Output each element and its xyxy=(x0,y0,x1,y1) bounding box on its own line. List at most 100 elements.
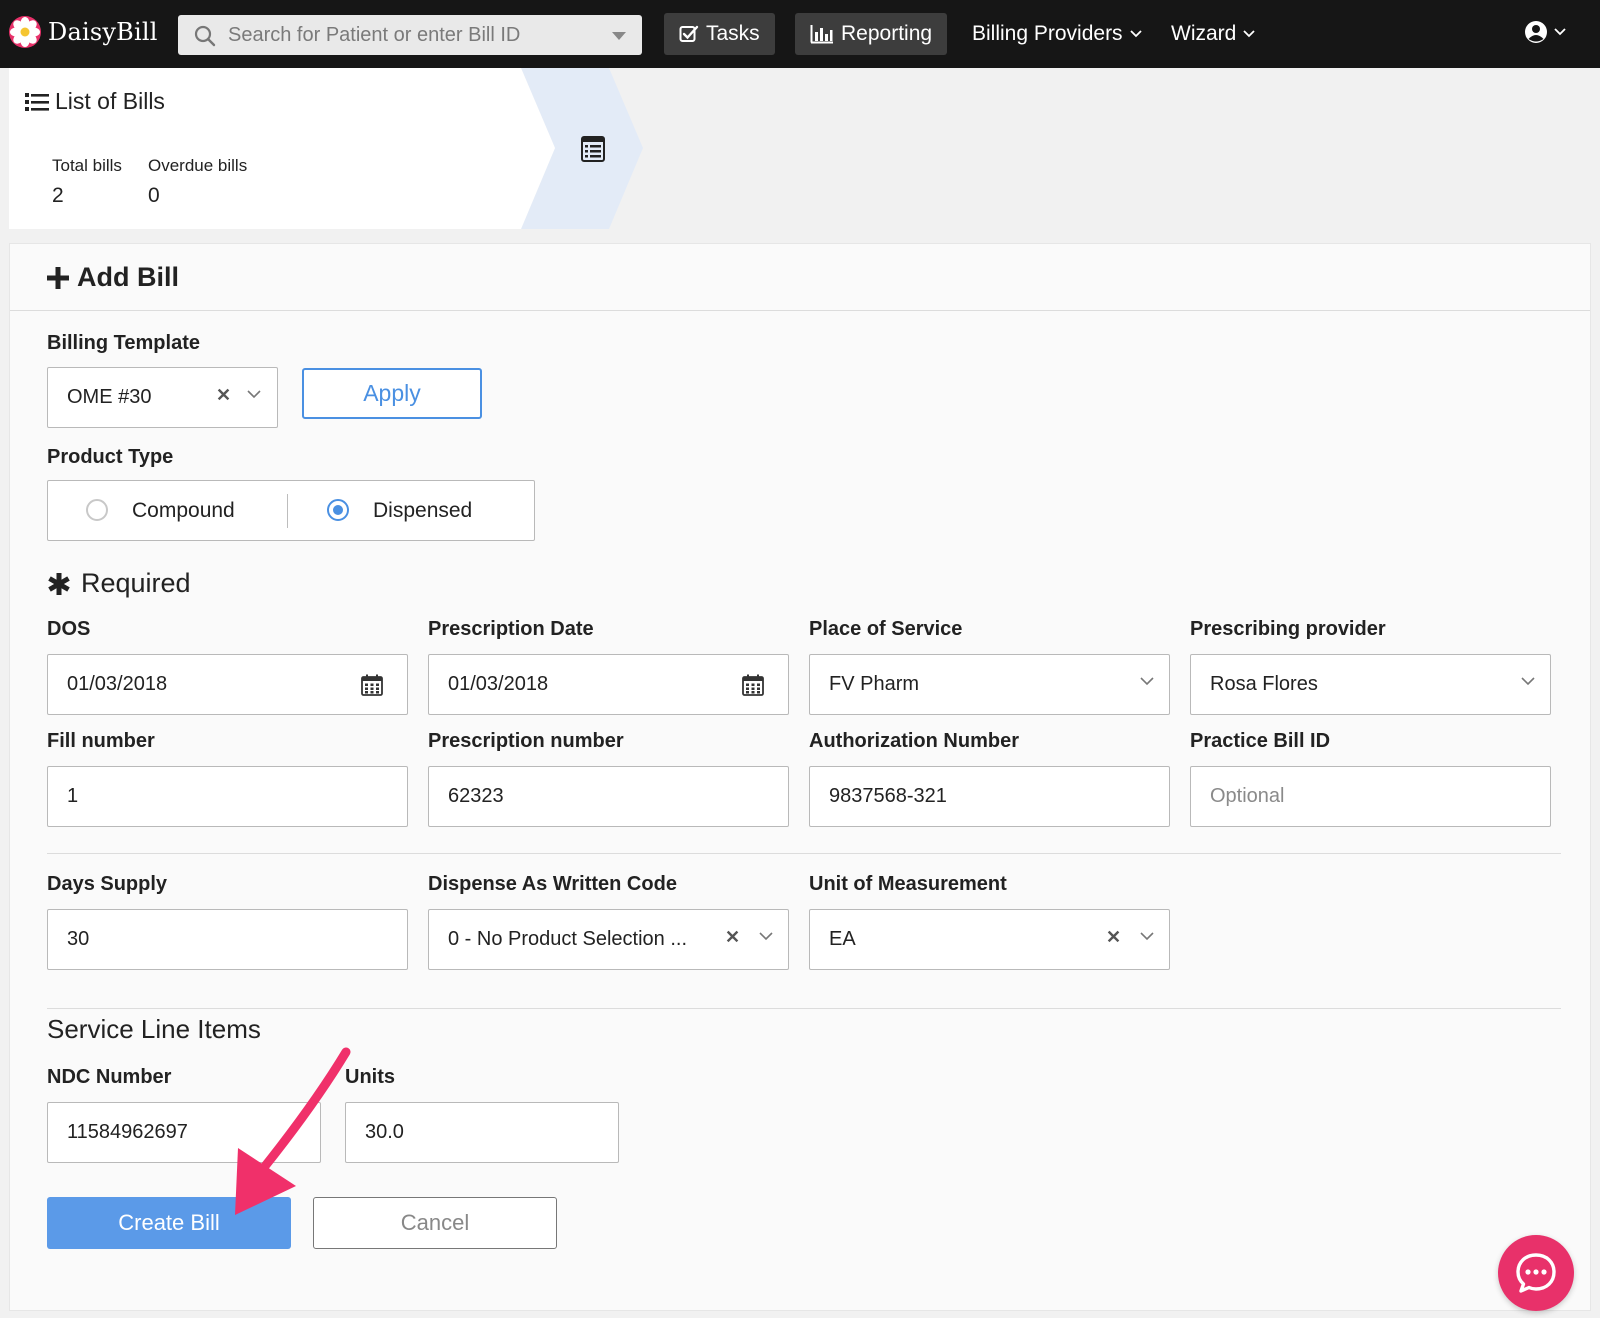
dos-field[interactable]: 01/03/2018 xyxy=(47,654,408,715)
prescription-date-label: Prescription Date xyxy=(428,618,594,640)
calendar-icon[interactable] xyxy=(361,674,383,696)
units-field[interactable]: 30.0 xyxy=(345,1102,619,1163)
fill-number-field[interactable]: 1 xyxy=(47,766,408,827)
daw-code-label: Dispense As Written Code xyxy=(428,873,677,895)
prescribing-provider-value: Rosa Flores xyxy=(1210,673,1318,695)
reporting-button[interactable]: Reporting xyxy=(795,13,948,55)
brand-name: DaisyBill xyxy=(48,18,158,46)
ndc-number-label: NDC Number xyxy=(47,1066,172,1088)
chevron-down-icon[interactable] xyxy=(759,932,773,941)
practice-bill-id-label: Practice Bill ID xyxy=(1190,730,1331,752)
checkbox-icon xyxy=(679,25,699,42)
list-of-bills-card[interactable]: List of Bills Total bills 2 Overdue bill… xyxy=(9,68,643,229)
total-bills-label: Total bills xyxy=(52,156,122,175)
tasks-label: Tasks xyxy=(706,22,760,45)
reporting-label: Reporting xyxy=(841,22,933,45)
place-of-service-label: Place of Service xyxy=(809,618,963,640)
radio-compound-label[interactable]: Compound xyxy=(132,499,235,523)
authorization-number-value: 9837568-321 xyxy=(829,785,947,807)
required-label: Required xyxy=(81,568,191,598)
clear-icon[interactable]: ✕ xyxy=(1106,927,1121,948)
list-of-bills-label: List of Bills xyxy=(55,88,165,114)
days-supply-field[interactable]: 30 xyxy=(47,909,408,970)
tasks-button[interactable]: Tasks xyxy=(664,13,775,55)
prescription-date-field[interactable]: 01/03/2018 xyxy=(428,654,789,715)
ndc-number-field[interactable]: 11584962697 xyxy=(47,1102,321,1163)
user-account-menu[interactable] xyxy=(1524,20,1566,44)
fill-number-value: 1 xyxy=(67,785,79,807)
billing-template-select[interactable]: OME #30 ✕ xyxy=(47,367,278,428)
add-bill-title: Add Bill xyxy=(47,262,179,293)
total-bills-value: 2 xyxy=(52,184,64,207)
radio-compound[interactable] xyxy=(86,499,108,521)
chat-bubble-icon xyxy=(1516,1253,1556,1293)
create-bill-button[interactable]: Create Bill xyxy=(47,1197,291,1249)
add-bill-label: Add Bill xyxy=(77,262,179,292)
clear-icon[interactable]: ✕ xyxy=(725,927,740,948)
place-of-service-select[interactable]: FV Pharm xyxy=(809,654,1170,715)
product-type-radio-group: Compound Dispensed xyxy=(47,480,535,541)
billing-providers-menu[interactable]: Billing Providers xyxy=(972,13,1142,55)
patient-search[interactable] xyxy=(178,15,642,55)
chevron-down-icon[interactable] xyxy=(1140,677,1154,686)
authorization-number-field[interactable]: 9837568-321 xyxy=(809,766,1170,827)
practice-bill-id-field[interactable] xyxy=(1190,766,1551,827)
search-dropdown-caret-icon[interactable] xyxy=(612,32,626,40)
unit-of-measurement-label: Unit of Measurement xyxy=(809,873,1007,895)
units-label: Units xyxy=(345,1066,395,1088)
radio-dispensed-label[interactable]: Dispensed xyxy=(373,499,472,523)
search-input[interactable] xyxy=(228,15,588,55)
daw-code-select[interactable]: 0 - No Product Selection ... ✕ xyxy=(428,909,789,970)
add-bill-header: Add Bill xyxy=(10,244,1590,311)
chevron-down-icon xyxy=(1129,30,1142,38)
chevron-down-icon[interactable] xyxy=(1521,677,1535,686)
prescription-number-value: 62323 xyxy=(448,785,504,807)
user-avatar-icon xyxy=(1525,21,1547,43)
daisy-logo-icon xyxy=(8,15,42,49)
apply-template-button[interactable]: Apply xyxy=(302,368,482,419)
prescription-number-label: Prescription number xyxy=(428,730,624,752)
days-supply-label: Days Supply xyxy=(47,873,168,895)
chevron-down-icon[interactable] xyxy=(247,390,261,399)
prescription-date-value: 01/03/2018 xyxy=(448,673,549,695)
top-navbar: DaisyBill Tasks Reporting Billing Provid… xyxy=(0,0,1600,68)
clear-icon[interactable]: ✕ xyxy=(216,385,231,406)
radio-dispensed[interactable] xyxy=(327,499,349,521)
overdue-bills-value: 0 xyxy=(148,184,160,207)
bar-chart-icon xyxy=(810,25,833,44)
list-icon xyxy=(25,92,49,111)
wizard-menu[interactable]: Wizard xyxy=(1171,13,1255,55)
billing-template-label: Billing Template xyxy=(47,332,200,354)
list-of-bills-title[interactable]: List of Bills xyxy=(25,88,165,115)
prescribing-provider-label: Prescribing provider xyxy=(1190,618,1386,640)
search-icon xyxy=(194,25,216,47)
overdue-bills-label: Overdue bills xyxy=(148,156,248,175)
chevron-down-icon xyxy=(1243,30,1255,38)
calendar-icon[interactable] xyxy=(742,674,764,696)
ndc-number-value: 11584962697 xyxy=(67,1121,188,1143)
section-divider xyxy=(47,1008,1561,1009)
unit-of-measurement-select[interactable]: EA ✕ xyxy=(809,909,1170,970)
billing-template-value: OME #30 xyxy=(67,386,152,408)
chevron-down-icon xyxy=(1554,28,1566,36)
fill-number-label: Fill number xyxy=(47,730,155,752)
brand-logo-link[interactable]: DaisyBill xyxy=(8,15,158,49)
required-section-title: Required xyxy=(47,568,191,599)
chevron-down-icon[interactable] xyxy=(1140,932,1154,941)
prescribing-provider-select[interactable]: Rosa Flores xyxy=(1190,654,1551,715)
authorization-number-label: Authorization Number xyxy=(809,730,1019,752)
plus-icon xyxy=(47,266,69,289)
practice-bill-id-input[interactable] xyxy=(1210,767,1550,826)
service-line-items-title: Service Line Items xyxy=(47,1014,261,1044)
wizard-label: Wizard xyxy=(1171,22,1237,45)
units-value: 30.0 xyxy=(365,1121,404,1143)
place-of-service-value: FV Pharm xyxy=(829,673,920,695)
prescription-number-field[interactable]: 62323 xyxy=(428,766,789,827)
chat-support-button[interactable] xyxy=(1498,1235,1574,1311)
cancel-button[interactable]: Cancel xyxy=(313,1197,557,1249)
days-supply-value: 30 xyxy=(67,928,90,950)
radio-divider xyxy=(287,494,288,528)
dos-label: DOS xyxy=(47,618,91,640)
section-divider xyxy=(47,853,1561,854)
asterisk-icon xyxy=(48,572,70,595)
